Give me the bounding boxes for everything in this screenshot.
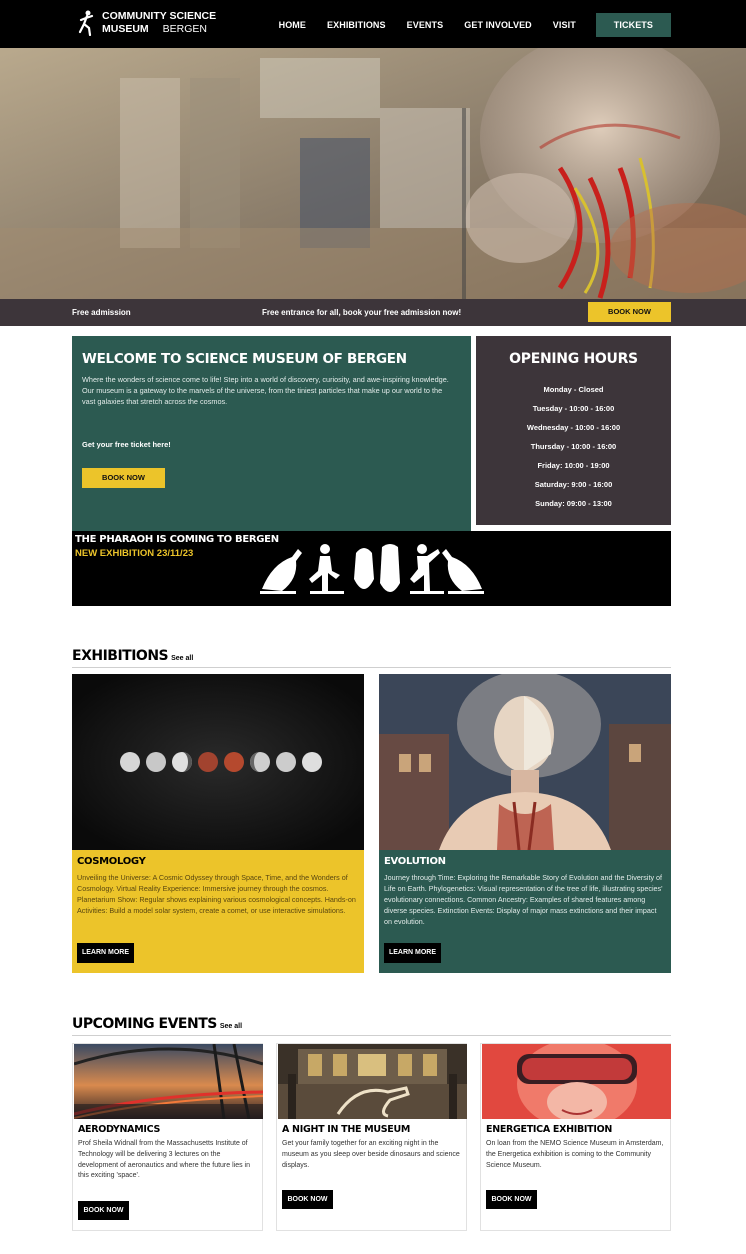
logo-city: BERGEN (162, 23, 208, 35)
main-nav: HOME EXHIBITIONS EVENTS GET INVOLVED VIS… (258, 13, 671, 37)
events-divider (72, 1035, 671, 1036)
site-logo[interactable]: COMMUNITY SCIENCE MUSEUM BERGEN (78, 10, 216, 36)
free-ticket-text: Get your free ticket here! (82, 440, 171, 449)
cosmology-learn-more-button[interactable]: LEARN MORE (77, 943, 134, 963)
cosmology-description: Unveiling the Universe: A Cosmic Odyssey… (77, 873, 356, 915)
cosmology-image (72, 674, 364, 850)
hours-saturday: Saturday: 9:00 - 16:00 (534, 480, 613, 489)
energetica-title: ENERGETICA EXHIBITION (486, 1124, 612, 1135)
event-card-night-museum: A NIGHT IN THE MUSEUM Get your family to… (276, 1043, 467, 1231)
aerodynamics-title: AERODYNAMICS (78, 1124, 160, 1135)
logo-line-2: MUSEUM (102, 23, 149, 35)
night-museum-image (278, 1044, 467, 1119)
evolution-body: EVOLUTION Journey through Time: Explorin… (379, 850, 671, 973)
exhibitions-title: EXHIBITIONS (72, 648, 169, 664)
admission-bar: Free admission Free entrance for all, bo… (0, 299, 746, 326)
hero-image (0, 48, 746, 299)
night-museum-book-button[interactable]: BOOK NOW (282, 1190, 333, 1209)
energetica-description: On loan from the NEMO Science Museum in … (486, 1140, 664, 1169)
events-header: UPCOMING EVENTS See all (72, 1016, 242, 1032)
nav-visit[interactable]: VISIT (553, 20, 576, 30)
welcome-panel: WELCOME TO SCIENCE MUSEUM OF BERGEN Wher… (72, 336, 471, 531)
admission-message: Free entrance for all, book your free ad… (262, 308, 462, 317)
exhibitions-see-all-link[interactable]: See all (171, 655, 193, 662)
admission-label: Free admission (72, 308, 131, 317)
welcome-description: Where the wonders of science come to lif… (82, 375, 449, 406)
night-museum-title: A NIGHT IN THE MUSEUM (282, 1124, 411, 1135)
hours-tuesday: Tuesday - 10:00 - 16:00 (532, 404, 615, 413)
exhibitions-header: EXHIBITIONS See all (72, 648, 193, 664)
aerodynamics-description: Prof Sheila Widnall from the Massachuset… (78, 1140, 250, 1180)
opening-hours-panel: OPENING HOURS Monday - Closed Tuesday - … (476, 336, 671, 525)
cosmology-title: COSMOLOGY (77, 856, 146, 867)
site-header: COMMUNITY SCIENCE MUSEUM BERGEN HOME EXHI… (0, 0, 746, 48)
energetica-image (482, 1044, 671, 1119)
hours-friday: Friday: 10:00 - 19:00 (537, 461, 610, 470)
cosmology-body: COSMOLOGY Unveiling the Universe: A Cosm… (72, 850, 364, 973)
exhibitions-divider (72, 667, 671, 668)
nav-exhibitions[interactable]: EXHIBITIONS (327, 20, 386, 30)
admission-book-button[interactable]: BOOK NOW (588, 302, 671, 322)
evolution-learn-more-button[interactable]: LEARN MORE (384, 943, 441, 963)
tickets-button[interactable]: TICKETS (595, 13, 671, 37)
nav-home[interactable]: HOME (279, 20, 306, 30)
night-museum-description: Get your family together for an exciting… (282, 1140, 460, 1169)
opening-hours-title: OPENING HOURS (509, 351, 638, 367)
exhibition-card-cosmology: COSMOLOGY Unveiling the Universe: A Cosm… (72, 674, 364, 973)
nav-events[interactable]: EVENTS (407, 20, 444, 30)
pharaoh-date: NEW EXHIBITION 23/11/23 (75, 548, 194, 559)
events-see-all-link[interactable]: See all (220, 1023, 242, 1030)
pharaoh-banner[interactable]: THE PHARAOH IS COMING TO BERGEN NEW EXHI… (72, 531, 671, 606)
hours-monday: Monday - Closed (543, 385, 604, 394)
events-title: UPCOMING EVENTS (72, 1016, 217, 1032)
hours-sunday: Sunday: 09:00 - 13:00 (535, 499, 612, 508)
hieroglyphs-icon (260, 544, 484, 594)
pharaoh-title: THE PHARAOH IS COMING TO BERGEN (75, 534, 279, 545)
exhibition-card-evolution: EVOLUTION Journey through Time: Explorin… (379, 674, 671, 973)
energetica-book-button[interactable]: BOOK NOW (486, 1190, 537, 1209)
aerodynamics-image (74, 1044, 263, 1119)
welcome-title: WELCOME TO SCIENCE MUSEUM OF BERGEN (82, 351, 407, 367)
welcome-book-button[interactable]: BOOK NOW (82, 468, 165, 488)
event-card-energetica: ENERGETICA EXHIBITION On loan from the N… (480, 1043, 671, 1231)
evolution-title: EVOLUTION (384, 856, 446, 867)
evolution-image (379, 674, 671, 850)
logo-line-1: COMMUNITY SCIENCE (102, 10, 217, 22)
evolution-description: Journey through Time: Exploring the Rema… (384, 873, 663, 926)
aerodynamics-book-button[interactable]: BOOK NOW (78, 1201, 129, 1220)
running-figure-icon (78, 10, 94, 36)
hours-wednesday: Wednesday - 10:00 - 16:00 (526, 423, 621, 432)
hours-thursday: Thursday - 10:00 - 16:00 (530, 442, 617, 451)
nav-get-involved[interactable]: GET INVOLVED (464, 20, 532, 30)
event-card-aerodynamics: AERODYNAMICS Prof Sheila Widnall from th… (72, 1043, 263, 1231)
